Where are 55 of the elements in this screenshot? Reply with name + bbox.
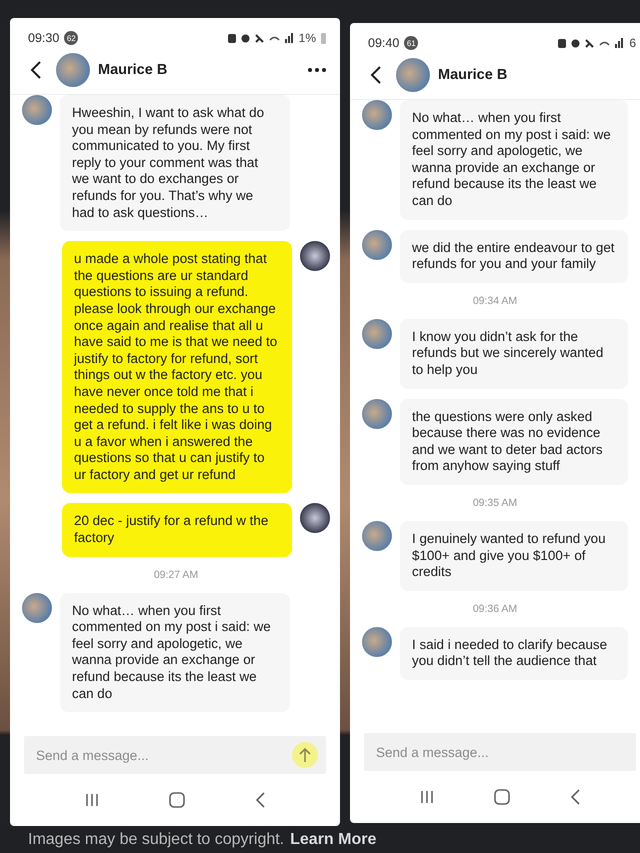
battery-icon <box>321 32 326 44</box>
recent-apps-icon[interactable] <box>85 793 99 807</box>
sender-avatar <box>362 100 392 130</box>
message-bubble: No what… when you first commented on my post i said: we feel sorry and apologetic, we wanna provide an exchange or refund because its the least we can do <box>60 592 290 712</box>
more-menu-icon[interactable] <box>308 68 326 72</box>
message-timestamp: 09:36 AM <box>472 602 518 617</box>
message-timestamp: 09:35 AM <box>472 496 518 511</box>
recent-apps-icon[interactable] <box>420 790 434 804</box>
status-time: 09:40 <box>368 36 400 50</box>
message-bubble: u made a whole post stating that the questions are ur standard questions to issuing a refund. please look through our exchange once again and realise that all u have said to me is that we need to justify to factory for refund, sort things out w the factory etc. you have never once told me that i needed to supply the ans to u to get a refund. i felt like i was doing u a favor when i answered the questions so that u can justify to ur factory and get ur refund <box>62 241 292 494</box>
sender-avatar <box>22 95 52 125</box>
send-button[interactable] <box>292 742 318 768</box>
message-bar[interactable]: Send a message... <box>24 736 326 774</box>
message-bubble: the questions were only asked because there was no evidence and we want to deter bad actors from anyhow saying stuff <box>400 398 628 485</box>
sender-avatar <box>362 318 392 349</box>
message-bubble: we did the entire endeavour to get refunds for you and your family <box>400 230 628 283</box>
message-timestamp: 09:27 AM <box>152 568 200 583</box>
copyright-notice: Images may be subject to copyright. <box>28 830 284 850</box>
signal-icon <box>615 38 624 48</box>
home-icon[interactable] <box>169 792 185 808</box>
battery-level: 6 <box>629 36 636 50</box>
contact-avatar <box>56 53 90 87</box>
contact-avatar <box>396 58 430 92</box>
back-nav-icon[interactable] <box>255 792 265 808</box>
contact-name: Maurice B <box>438 67 508 83</box>
notification-badge: 61 <box>404 36 418 50</box>
back-icon[interactable] <box>370 66 382 84</box>
learn-more-link[interactable]: Learn More <box>290 830 376 850</box>
back-nav-icon[interactable] <box>570 789 580 805</box>
message-input-field[interactable]: Send a message... <box>34 746 292 764</box>
message-bubble: I genuinely wanted to refund you $100+ and give you $100+ of credits <box>400 520 628 591</box>
status-time: 09:30 <box>28 31 60 45</box>
sender-avatar <box>362 520 392 551</box>
message-bubble: I know you didn’t ask for the refunds but we sincerely wanted to help you <box>400 318 628 389</box>
sender-avatar <box>362 230 392 260</box>
message-input-field[interactable]: Send a message... <box>374 744 628 760</box>
user-avatar <box>300 503 330 534</box>
message-bubble: I said i needed to clarify because you didn’t tell the audience that <box>400 626 628 680</box>
wifi-icon <box>268 35 280 41</box>
home-icon[interactable] <box>494 789 510 805</box>
notification-badge: 62 <box>64 31 78 45</box>
message-timestamp: 09:34 AM <box>472 294 518 309</box>
contact-name: Maurice B <box>98 62 168 78</box>
back-icon[interactable] <box>30 61 42 79</box>
signal-icon <box>284 33 294 43</box>
wifi-icon <box>599 40 610 46</box>
message-bubble: 20 dec - justify for a refund w the factory <box>62 503 292 557</box>
sender-avatar <box>362 398 392 429</box>
user-avatar <box>300 241 330 272</box>
sender-avatar <box>22 592 52 623</box>
message-bubble: Hweeshin, I want to ask what do you mean by refunds were not communicated to you. My first reply to your comment was that we want to do exchanges or refunds for you. That’s why we had to ask questions… <box>60 95 290 232</box>
battery-level: 1% <box>298 31 316 45</box>
sender-avatar <box>362 626 392 657</box>
message-bar[interactable]: Send a message... <box>364 733 636 771</box>
message-bubble: No what… when you first commented on my post i said: we feel sorry and apologetic, we wanna provide an exchange or refund because its the least we can do <box>400 100 628 220</box>
